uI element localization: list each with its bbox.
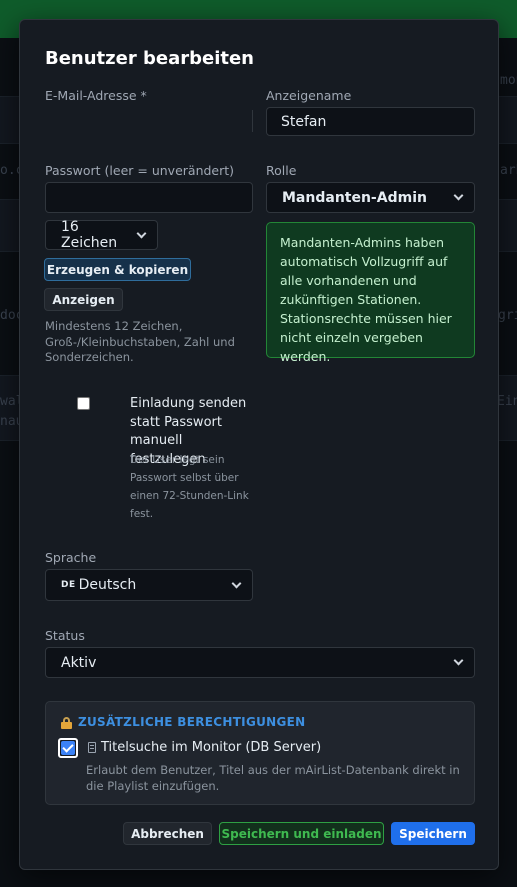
save-and-invite-button[interactable]: Speichern und einladen — [219, 822, 384, 845]
status-select-value: Aktiv — [61, 654, 97, 671]
role-label: Rolle — [266, 163, 297, 178]
send-invite-hint: Der User legt sein Passwort selbst über … — [130, 454, 249, 520]
title-search-label: Titelsuche im Monitor (DB Server) — [88, 740, 321, 755]
language-select-content: DE Deutsch — [61, 577, 136, 593]
chevron-down-icon — [136, 228, 147, 238]
background-text: mon — [500, 73, 517, 88]
password-hint: Mindestens 12 Zeichen, Groß-/Kleinbuchst… — [45, 319, 235, 364]
language-label: Sprache — [45, 550, 97, 565]
send-invite-checkbox[interactable] — [77, 397, 90, 410]
title-search-checkbox[interactable] — [58, 738, 78, 758]
cancel-button[interactable]: Abbrechen — [123, 822, 212, 845]
chevron-down-icon — [453, 190, 464, 201]
edit-user-modal: Benutzer bearbeiten E-Mail-Adresse * Anz… — [19, 19, 499, 870]
display-name-field[interactable]: Stefan — [266, 107, 475, 136]
generate-copy-button[interactable]: Erzeugen & kopieren — [44, 258, 191, 281]
title-search-description: Erlaubt dem Benutzer, Titel aus der mAir… — [86, 763, 460, 793]
background-text: grif — [498, 308, 517, 323]
email-label: E-Mail-Adresse * — [45, 88, 147, 103]
chevron-down-icon — [453, 655, 464, 666]
title-search-label-text: Titelsuche im Monitor (DB Server) — [101, 740, 322, 755]
modal-title: Benutzer bearbeiten — [45, 48, 254, 69]
save-button[interactable]: Speichern — [391, 822, 475, 845]
email-field[interactable] — [45, 107, 253, 136]
password-length-value: 16 Zeichen — [61, 219, 118, 251]
flag-de-icon: DE — [61, 580, 76, 590]
permissions-heading-text: ZUSÄTZLICHE BERECHTIGUNGEN — [78, 715, 306, 729]
password-label: Passwort (leer = unverändert) — [45, 163, 235, 178]
role-info-box: Mandanten-Admins haben automatisch Vollz… — [266, 222, 475, 364]
database-icon — [88, 742, 96, 753]
background-text: arb — [500, 163, 517, 178]
password-field[interactable] — [45, 182, 253, 213]
lock-icon — [61, 716, 72, 729]
role-select[interactable]: Mandanten-Admin — [266, 182, 475, 213]
chevron-down-icon — [231, 578, 242, 588]
language-select-value: Deutsch — [78, 577, 137, 593]
role-select-value: Mandanten-Admin — [282, 189, 427, 206]
background-text: Einç — [497, 394, 517, 409]
display-name-label: Anzeigename — [266, 88, 352, 103]
status-label: Status — [45, 628, 85, 643]
additional-permissions-panel: ZUSÄTZLICHE BERECHTIGUNGEN Titelsuche im… — [45, 701, 475, 805]
permissions-heading: ZUSÄTZLICHE BERECHTIGUNGEN — [61, 715, 305, 729]
field-divider — [252, 110, 253, 132]
show-password-button[interactable]: Anzeigen — [44, 288, 123, 311]
password-length-select[interactable]: 16 Zeichen — [45, 219, 158, 251]
status-select[interactable]: Aktiv — [45, 647, 475, 678]
language-select[interactable]: DE Deutsch — [45, 569, 253, 601]
checkmark-icon — [61, 741, 75, 755]
